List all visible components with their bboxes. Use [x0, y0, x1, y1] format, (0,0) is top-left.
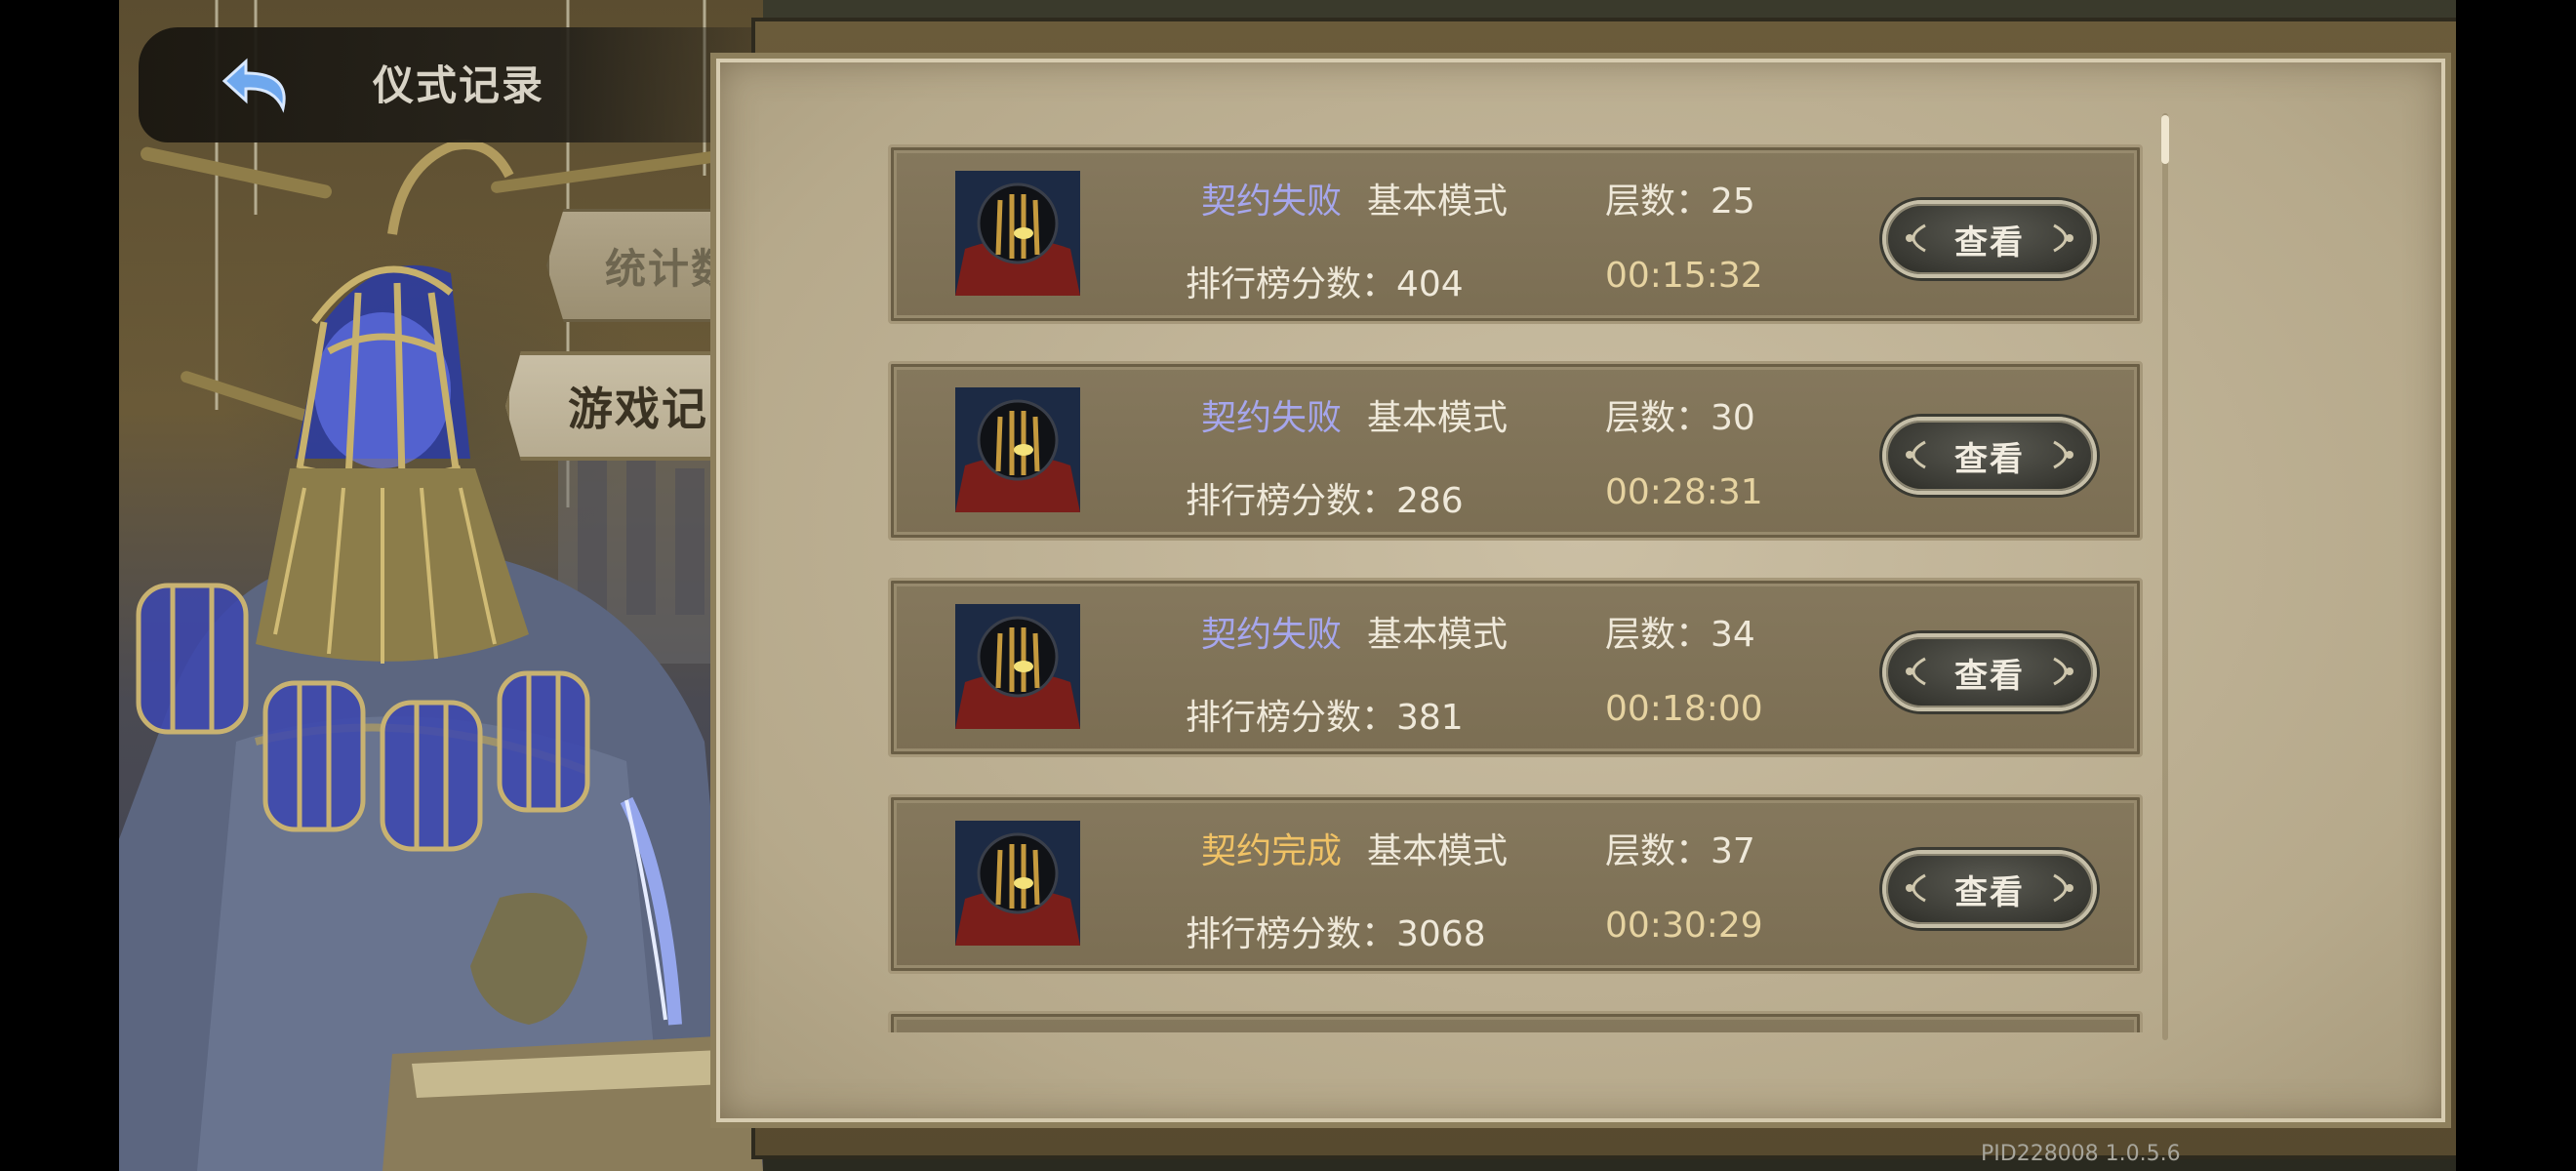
page-title: 仪式记录 [373, 61, 545, 109]
record-row: 契约失败 基本模式 层数：25 排行榜分数：404 00:15:32 查看 [888, 144, 2143, 324]
character-portrait [955, 171, 1080, 296]
leaderboard-score: 排行榜分数：404 [1186, 264, 1464, 304]
character-illustration [119, 0, 763, 1171]
ornament-right-icon [2053, 440, 2073, 469]
ornament-right-icon [2053, 223, 2073, 253]
view-button[interactable]: 查看 [1882, 200, 2097, 278]
view-button-label: 查看 [1954, 656, 2025, 696]
play-time: 00:18:00 [1605, 689, 1763, 729]
back-arrow-icon [221, 58, 286, 113]
scrollbar-track[interactable] [2162, 113, 2168, 1040]
contract-status: 契约完成 [1201, 831, 1343, 871]
view-button-label: 查看 [1954, 872, 2025, 912]
game-mode: 基本模式 [1367, 398, 1509, 438]
hooded-character-icon [955, 604, 1080, 729]
hooded-character-icon [955, 171, 1080, 296]
record-row: 契约失败 基本模式 层数：34 排行榜分数：381 00:18:00 查看 [888, 578, 2143, 757]
back-button[interactable] [217, 45, 304, 123]
play-time: 00:28:31 [1605, 472, 1763, 512]
view-button[interactable]: 查看 [1882, 850, 2097, 928]
floor-count: 层数：30 [1605, 398, 1755, 438]
cage-character-art [119, 0, 763, 1171]
version-label: PID228008 1.0.5.6 [1981, 1142, 2181, 1166]
floor-count: 层数：34 [1605, 615, 1755, 655]
ornament-left-icon [1906, 440, 1926, 469]
view-button[interactable]: 查看 [1882, 633, 2097, 711]
hooded-character-icon [955, 821, 1080, 946]
leaderboard-score: 排行榜分数：381 [1186, 698, 1464, 738]
game-mode: 基本模式 [1367, 831, 1509, 871]
play-time: 00:30:29 [1605, 906, 1763, 946]
floor-count: 层数：25 [1605, 182, 1755, 222]
leaderboard-score: 排行榜分数：3068 [1186, 914, 1486, 954]
record-list[interactable]: 契约失败 基本模式 层数：25 排行榜分数：404 00:15:32 查看 契约… [888, 144, 2143, 1032]
contract-status: 契约失败 [1201, 615, 1343, 655]
record-row: 契约失败 基本模式 层数：30 排行榜分数：286 00:28:31 查看 [888, 361, 2143, 541]
contract-status: 契约失败 [1201, 182, 1343, 222]
game-mode: 基本模式 [1367, 182, 1509, 222]
game-mode: 基本模式 [1367, 615, 1509, 655]
view-button[interactable]: 查看 [1882, 417, 2097, 495]
ornament-right-icon [2053, 657, 2073, 686]
record-row: 契约完成 基本模式 层数：37 排行榜分数：3068 00:30:29 查看 [888, 794, 2143, 974]
leaderboard-score: 排行榜分数：286 [1186, 481, 1464, 521]
ornament-left-icon [1906, 657, 1926, 686]
contract-status: 契约失败 [1201, 398, 1343, 438]
floor-count: 层数：37 [1605, 831, 1755, 871]
ornament-right-icon [2053, 873, 2073, 903]
record-row-partial [888, 1011, 2143, 1032]
character-portrait [955, 821, 1080, 946]
hooded-character-icon [955, 387, 1080, 512]
view-button-label: 查看 [1954, 439, 2025, 479]
character-portrait [955, 387, 1080, 512]
ornament-left-icon [1906, 223, 1926, 253]
character-portrait [955, 604, 1080, 729]
ornament-left-icon [1906, 873, 1926, 903]
scrollbar-thumb[interactable] [2161, 115, 2169, 164]
play-time: 00:15:32 [1605, 256, 1763, 296]
view-button-label: 查看 [1954, 222, 2025, 262]
